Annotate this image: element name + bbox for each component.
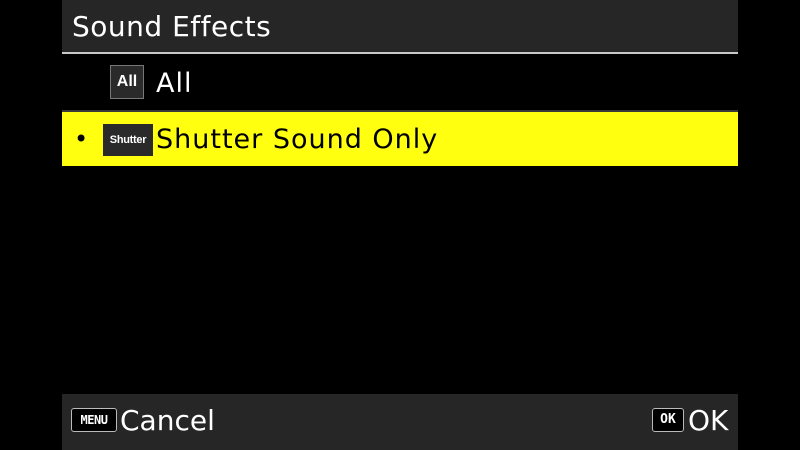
- option-shutter-sound-only[interactable]: • Shutter Shutter Sound Only: [62, 112, 738, 166]
- option-all[interactable]: All All: [62, 56, 738, 110]
- shutter-icon: Shutter: [103, 124, 153, 156]
- menu-key-icon: MENU: [71, 408, 117, 432]
- option-shutter-label: Shutter Sound Only: [156, 124, 439, 155]
- menu-footer: MENU Cancel OK OK: [62, 394, 738, 450]
- option-all-label: All: [156, 68, 193, 99]
- menu-header: Sound Effects: [62, 0, 738, 52]
- menu-panel: Sound Effects All All • Shutter Shutter …: [62, 0, 738, 450]
- ok-key-icon: OK: [652, 408, 684, 432]
- all-icon: All: [110, 65, 144, 99]
- selected-bullet: •: [74, 125, 89, 153]
- cancel-button[interactable]: Cancel: [120, 404, 215, 438]
- ok-button[interactable]: OK: [688, 404, 728, 438]
- page-title: Sound Effects: [72, 10, 272, 43]
- header-divider: [62, 52, 738, 54]
- camera-screen: Sound Effects All All • Shutter Shutter …: [0, 0, 800, 450]
